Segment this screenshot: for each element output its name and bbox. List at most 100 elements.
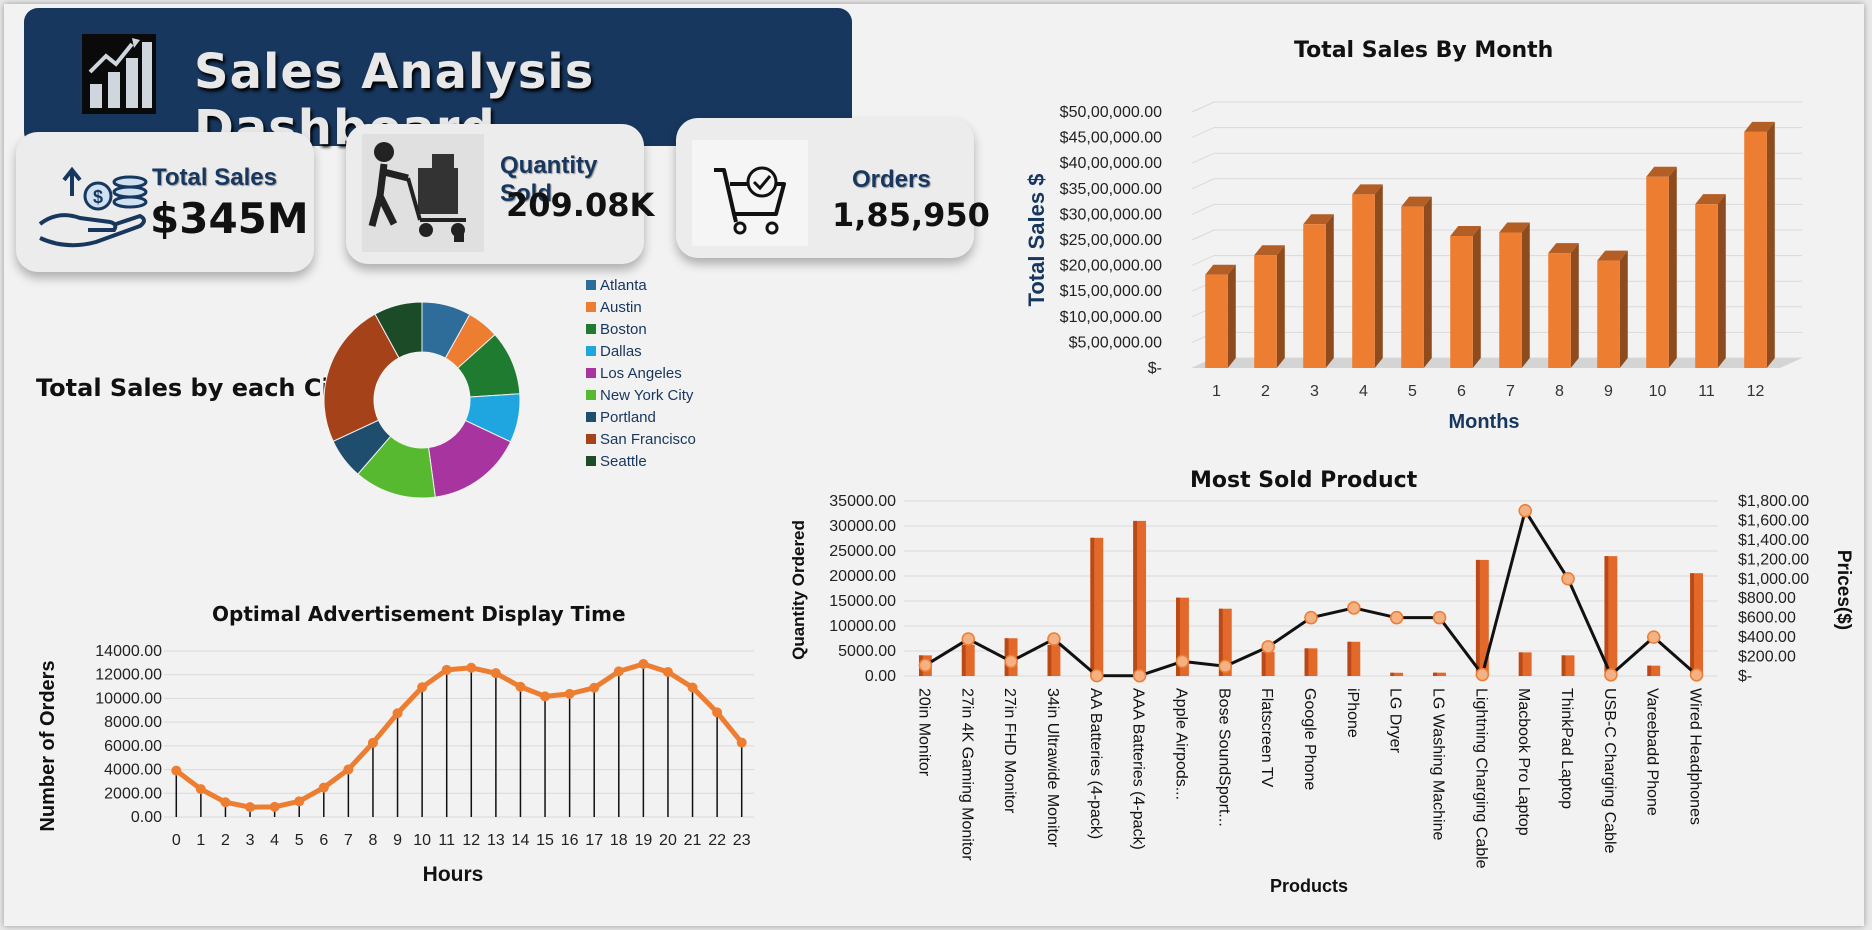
monthly-ytick-label: $50,00,000.00 bbox=[1060, 104, 1162, 121]
product-xtick-label: 20in Monitor bbox=[915, 688, 932, 777]
hourly-xtick-label: 10 bbox=[413, 832, 431, 849]
monthly-bar bbox=[1401, 206, 1424, 368]
product-xtick-label: Apple Airpods... bbox=[1172, 688, 1189, 800]
monthly-gridline bbox=[1191, 152, 1802, 164]
product-bar-shade bbox=[1518, 652, 1523, 676]
hourly-x-axis-label: Hours bbox=[423, 863, 484, 886]
monthly-gridline bbox=[1191, 101, 1802, 113]
product-bar-shade bbox=[1433, 672, 1437, 676]
hourly-xtick-label: 7 bbox=[344, 832, 353, 849]
product-y2tick-label: $1,400.00 bbox=[1738, 532, 1809, 549]
hourly-point bbox=[564, 688, 575, 699]
product-y-axis-label: Quantity Ordered bbox=[789, 520, 808, 660]
product-price-point bbox=[1646, 630, 1661, 644]
hourly-xtick-label: 11 bbox=[438, 832, 455, 849]
monthly-ytick-label: $10,00,000.00 bbox=[1060, 309, 1162, 326]
monthly-bar-side bbox=[1325, 214, 1334, 368]
monthly-bar bbox=[1352, 194, 1375, 368]
product-xtick-label: Vareebadd Phone bbox=[1644, 688, 1661, 816]
hourly-point bbox=[367, 737, 378, 748]
product-ytick-label: 5000.00 bbox=[838, 643, 896, 660]
monthly-ytick-label: $30,00,000.00 bbox=[1060, 206, 1162, 223]
product-y2tick-label: $400.00 bbox=[1738, 629, 1796, 646]
dashboard-canvas: Sales Analysis Dashboard $ Total Sales $… bbox=[0, 0, 1872, 930]
product-xtick-label: Lightning Charging Cable bbox=[1472, 688, 1489, 869]
city-legend-label: Dallas bbox=[600, 343, 642, 360]
hourly-point bbox=[589, 682, 600, 693]
product-bar-shade bbox=[1604, 556, 1609, 676]
product-bar-shade bbox=[1047, 645, 1052, 676]
monthly-bar-side bbox=[1619, 250, 1628, 368]
city-legend-label: Portland bbox=[600, 409, 656, 426]
monthly-x-axis-label: Months bbox=[1448, 411, 1519, 433]
product-price-point bbox=[1561, 572, 1575, 586]
hourly-ytick-label: 4000.00 bbox=[104, 762, 162, 779]
product-price-point bbox=[1132, 668, 1147, 683]
city-legend-swatch bbox=[586, 390, 596, 400]
hourly-ytick-label: 8000.00 bbox=[104, 714, 162, 731]
product-bar-shade bbox=[1647, 665, 1652, 676]
hourly-point bbox=[417, 682, 428, 693]
product-y2tick-label: $600.00 bbox=[1738, 610, 1796, 627]
product-xtick-label: Wired Headphones bbox=[1687, 688, 1704, 825]
product-ytick-label: 25000.00 bbox=[829, 543, 896, 560]
monthly-xtick-label: 6 bbox=[1457, 383, 1466, 400]
product-y2tick-label: $1,600.00 bbox=[1738, 512, 1809, 529]
monthly-xtick-label: 7 bbox=[1506, 383, 1515, 400]
product-bar-shade bbox=[1090, 537, 1095, 676]
product-xtick-label: LG Dryer bbox=[1387, 688, 1404, 754]
product-x-axis-label: Products bbox=[1270, 876, 1348, 896]
monthly-bar-side bbox=[1276, 245, 1285, 368]
city-legend-swatch bbox=[586, 324, 596, 334]
hourly-xtick-label: 8 bbox=[369, 832, 378, 849]
monthly-gridline bbox=[1191, 127, 1802, 139]
product-ytick-label: 35000.00 bbox=[829, 493, 896, 510]
product-bar-shade bbox=[1347, 641, 1352, 676]
monthly-bar-side bbox=[1227, 264, 1236, 368]
monthly-xtick-label: 10 bbox=[1649, 383, 1667, 400]
hourly-xtick-label: 18 bbox=[610, 832, 628, 849]
charts-layer: $- $5,00,000.00 $10,00,000.00 $15,00,000.00… bbox=[37, 101, 1854, 896]
monthly-bar bbox=[1205, 274, 1228, 368]
hourly-xtick-label: 23 bbox=[733, 832, 751, 849]
hourly-xtick-label: 20 bbox=[659, 832, 677, 849]
city-legend-label: Boston bbox=[600, 321, 647, 338]
monthly-bar bbox=[1499, 232, 1522, 368]
city-legend-swatch bbox=[586, 280, 596, 290]
monthly-bar-side bbox=[1472, 226, 1481, 368]
hourly-point bbox=[712, 707, 723, 718]
city-legend-label: Atlanta bbox=[600, 277, 647, 294]
product-price-point bbox=[1261, 640, 1275, 654]
hourly-y-axis-label: Number of Orders bbox=[37, 660, 59, 831]
product-xtick-label: Flatscreen TV bbox=[1258, 688, 1275, 788]
monthly-bar bbox=[1646, 176, 1669, 368]
monthly-gridline bbox=[1191, 178, 1802, 190]
product-price-point bbox=[1432, 610, 1447, 625]
product-ytick-label: 0.00 bbox=[865, 668, 896, 685]
product-bar-shade bbox=[1475, 559, 1480, 676]
hourly-point bbox=[687, 682, 698, 693]
hourly-xtick-label: 21 bbox=[684, 832, 702, 849]
product-price-point bbox=[961, 632, 976, 646]
product-xtick-label: Bose SoundSport... bbox=[1215, 688, 1232, 827]
monthly-bar bbox=[1254, 255, 1277, 368]
monthly-xtick-label: 8 bbox=[1555, 383, 1564, 400]
hourly-point bbox=[195, 784, 206, 795]
product-xtick-label: Google Phone bbox=[1301, 688, 1318, 790]
product-bar-shade bbox=[1561, 655, 1566, 676]
product-xtick-label: 27in FHD Monitor bbox=[1001, 688, 1018, 814]
hourly-point bbox=[318, 782, 329, 793]
monthly-ytick-label: $5,00,000.00 bbox=[1069, 334, 1163, 351]
city-legend-swatch bbox=[586, 368, 596, 378]
monthly-ytick-label: $15,00,000.00 bbox=[1060, 283, 1162, 300]
product-price-point bbox=[1347, 601, 1361, 615]
hourly-xtick-label: 13 bbox=[487, 832, 505, 849]
monthly-bar-side bbox=[1423, 196, 1432, 368]
product-bar-shade bbox=[1304, 648, 1309, 676]
monthly-xtick-label: 11 bbox=[1698, 383, 1715, 400]
hourly-point bbox=[294, 796, 305, 807]
monthly-bar-side bbox=[1570, 243, 1579, 368]
hourly-point bbox=[220, 797, 231, 808]
product-y2tick-label: $200.00 bbox=[1738, 649, 1796, 666]
product-bar-shade bbox=[1261, 651, 1266, 676]
